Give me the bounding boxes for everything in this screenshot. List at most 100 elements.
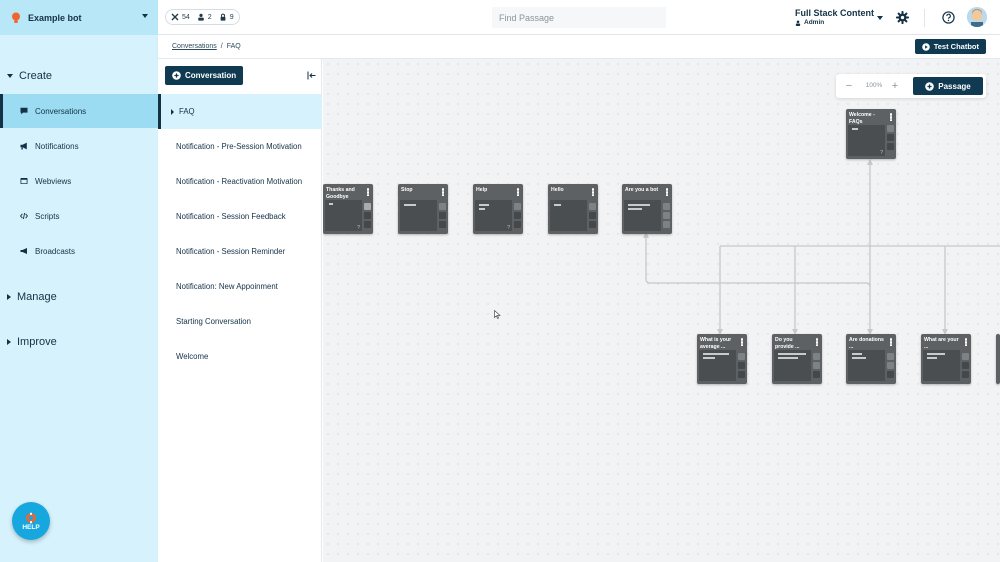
- passage-node[interactable]: What are your ...: [921, 334, 971, 384]
- nav-item-broadcasts[interactable]: Broadcasts: [0, 234, 158, 268]
- user-icon: [795, 20, 801, 26]
- find-passage-input[interactable]: [492, 7, 666, 28]
- account-menu[interactable]: Full Stack Content Admin: [795, 8, 874, 26]
- kebab-menu-icon[interactable]: [890, 338, 892, 346]
- kebab-menu-icon[interactable]: [666, 188, 668, 196]
- node-port[interactable]: [439, 212, 446, 219]
- node-port[interactable]: [813, 353, 820, 360]
- node-port[interactable]: [514, 212, 521, 219]
- zoom-out-button[interactable]: −: [842, 78, 856, 94]
- avatar[interactable]: [967, 7, 987, 27]
- kebab-menu-icon[interactable]: [741, 338, 743, 346]
- kebab-menu-icon[interactable]: [890, 113, 892, 121]
- kebab-menu-icon[interactable]: [367, 188, 369, 196]
- node-port[interactable]: [813, 371, 820, 378]
- collapse-panel-icon[interactable]: [307, 71, 316, 80]
- add-passage-button[interactable]: Passage: [913, 77, 983, 95]
- node-port[interactable]: [663, 221, 670, 228]
- passage-node-title: What is your average ...: [700, 337, 732, 350]
- bot-selector[interactable]: Example bot: [0, 0, 158, 35]
- test-chatbot-button[interactable]: Test Chatbot: [914, 39, 986, 54]
- help-circle-icon[interactable]: [942, 11, 955, 24]
- caret-right-icon: [171, 108, 174, 115]
- add-conversation-button[interactable]: Conversation: [165, 66, 244, 85]
- nav-section-create[interactable]: Create: [7, 70, 52, 82]
- nav-item-conversations[interactable]: Conversations: [0, 94, 158, 128]
- passage-item-starting-conversation[interactable]: Starting Conversation: [158, 304, 322, 339]
- node-port[interactable]: [887, 134, 894, 141]
- passage-item-session-reminder[interactable]: Notification - Session Reminder: [158, 234, 322, 269]
- node-port[interactable]: [962, 353, 969, 360]
- node-port[interactable]: [738, 353, 745, 360]
- passage-node-body: [923, 350, 960, 381]
- node-port[interactable]: [589, 212, 596, 219]
- kebab-menu-icon[interactable]: [816, 338, 818, 346]
- node-port[interactable]: [364, 221, 371, 228]
- passage-node-body: [699, 350, 736, 381]
- passage-node-body: [774, 350, 811, 381]
- node-port[interactable]: [514, 203, 521, 210]
- node-port[interactable]: [663, 212, 670, 219]
- passage-item-label: Welcome: [176, 351, 209, 361]
- node-port[interactable]: [887, 353, 894, 360]
- node-port[interactable]: [589, 203, 596, 210]
- node-port[interactable]: [962, 371, 969, 378]
- passage-node[interactable]: Welcome - FAQs ?: [846, 109, 896, 159]
- zoom-in-button[interactable]: +: [888, 78, 902, 94]
- node-port[interactable]: [439, 203, 446, 210]
- passage-item-faq[interactable]: FAQ: [158, 94, 322, 129]
- passage-node[interactable]: Help ?: [473, 184, 523, 234]
- node-port[interactable]: [364, 203, 371, 210]
- passage-item-new-appointment[interactable]: Notification: New Appoinment: [158, 269, 322, 304]
- stat-users-value: 2: [207, 13, 212, 21]
- passage-item-label: Starting Conversation: [176, 316, 251, 326]
- passage-node[interactable]: Hello: [548, 184, 598, 234]
- breadcrumb-conversations-link[interactable]: Conversations: [172, 43, 217, 50]
- breadcrumb-separator: /: [220, 43, 223, 50]
- node-port[interactable]: [962, 362, 969, 369]
- flow-canvas[interactable]: − 100% + Passage Welcome - FAQs ? Thanks…: [323, 59, 1000, 562]
- node-port[interactable]: [439, 221, 446, 228]
- node-port[interactable]: [514, 221, 521, 228]
- kebab-menu-icon[interactable]: [965, 338, 967, 346]
- nav-section-manage-label: Manage: [17, 291, 57, 303]
- passage-list-panel: Conversation FAQ Notification - Pre-Sess…: [158, 59, 322, 562]
- node-port[interactable]: [738, 362, 745, 369]
- passage-node-partial[interactable]: [996, 334, 1000, 384]
- nav-section-improve[interactable]: Improve: [7, 336, 57, 348]
- node-port[interactable]: [887, 362, 894, 369]
- kebab-menu-icon[interactable]: [592, 188, 594, 196]
- test-chatbot-label: Test Chatbot: [933, 42, 979, 51]
- passage-item-session-feedback[interactable]: Notification - Session Feedback: [158, 199, 322, 234]
- passage-node-body: [400, 200, 437, 231]
- account-chevron-down-icon[interactable]: [877, 16, 883, 20]
- passage-node[interactable]: Do you provide ...: [772, 334, 822, 384]
- passage-item-pre-session-motivation[interactable]: Notification - Pre-Session Motivation: [158, 129, 322, 164]
- node-port[interactable]: [887, 143, 894, 150]
- node-port[interactable]: [887, 371, 894, 378]
- lifebuoy-icon: [26, 512, 36, 523]
- node-port[interactable]: [663, 203, 670, 210]
- gear-icon[interactable]: [896, 11, 909, 24]
- passage-node[interactable]: Stop: [398, 184, 448, 234]
- passage-item-welcome[interactable]: Welcome: [158, 339, 322, 374]
- passage-node[interactable]: What is your average ...: [697, 334, 747, 384]
- kebab-menu-icon[interactable]: [517, 188, 519, 196]
- nav-section-manage[interactable]: Manage: [7, 291, 57, 303]
- passage-node[interactable]: Are you a bot: [622, 184, 672, 234]
- nav-item-scripts[interactable]: Scripts: [0, 199, 158, 233]
- node-port[interactable]: [364, 212, 371, 219]
- passage-node[interactable]: Thanks and Goodbye ?: [323, 184, 373, 234]
- help-button[interactable]: HELP: [12, 502, 50, 540]
- node-port[interactable]: [738, 371, 745, 378]
- bot-name: Example bot: [28, 12, 82, 23]
- passage-item-reactivation-motivation[interactable]: Notification - Reactivation Motivation: [158, 164, 322, 199]
- nav-item-notifications[interactable]: Notifications: [0, 129, 158, 163]
- code-icon: [20, 212, 28, 220]
- node-port[interactable]: [887, 125, 894, 132]
- node-port[interactable]: [589, 221, 596, 228]
- node-port[interactable]: [813, 362, 820, 369]
- kebab-menu-icon[interactable]: [442, 188, 444, 196]
- passage-node[interactable]: Are donations ...: [846, 334, 896, 384]
- nav-item-webviews[interactable]: Webviews: [0, 164, 158, 198]
